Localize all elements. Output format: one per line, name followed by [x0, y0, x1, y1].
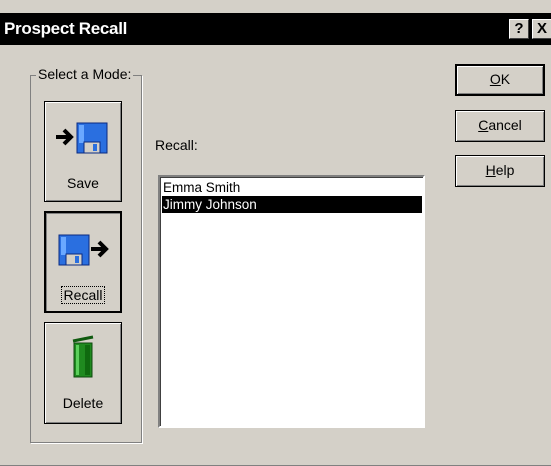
cancel-button[interactable]: Cancel	[455, 110, 545, 142]
delete-mode-button[interactable]: Delete	[44, 322, 122, 424]
cancel-label-rest: ancel	[488, 117, 522, 133]
disk-arrow-out-icon	[46, 232, 120, 271]
title-bar: Prospect Recall ? X	[0, 13, 551, 45]
delete-mode-label: Delete	[62, 395, 104, 411]
trash-can-icon	[45, 333, 121, 384]
help-mnemonic: H	[485, 162, 496, 178]
recall-mode-button[interactable]: Recall	[44, 211, 122, 313]
help-title-button[interactable]: ?	[509, 19, 529, 39]
ok-mnemonic: O	[489, 71, 501, 87]
prospect-recall-dialog: Prospect Recall ? X Select a Mode: Save	[0, 0, 551, 466]
window-title: Prospect Recall	[4, 19, 128, 38]
list-item[interactable]: Jimmy Johnson	[162, 196, 422, 213]
cancel-mnemonic: C	[478, 117, 489, 133]
help-button[interactable]: Help	[455, 155, 545, 187]
arrow-into-disk-icon	[45, 120, 121, 159]
close-button[interactable]: X	[532, 19, 551, 39]
mode-group-label: Select a Mode:	[36, 66, 134, 82]
ok-button[interactable]: OK	[455, 64, 545, 96]
recall-caption: Recall:	[155, 137, 198, 153]
ok-label-rest: K	[500, 71, 511, 87]
list-item[interactable]: Emma Smith	[162, 179, 422, 196]
save-mode-label: Save	[67, 175, 99, 191]
recall-listbox[interactable]: Emma Smith Jimmy Johnson	[158, 175, 425, 428]
help-label-rest: elp	[495, 162, 515, 178]
recall-mode-label: Recall	[60, 286, 106, 304]
save-mode-button[interactable]: Save	[44, 101, 122, 202]
